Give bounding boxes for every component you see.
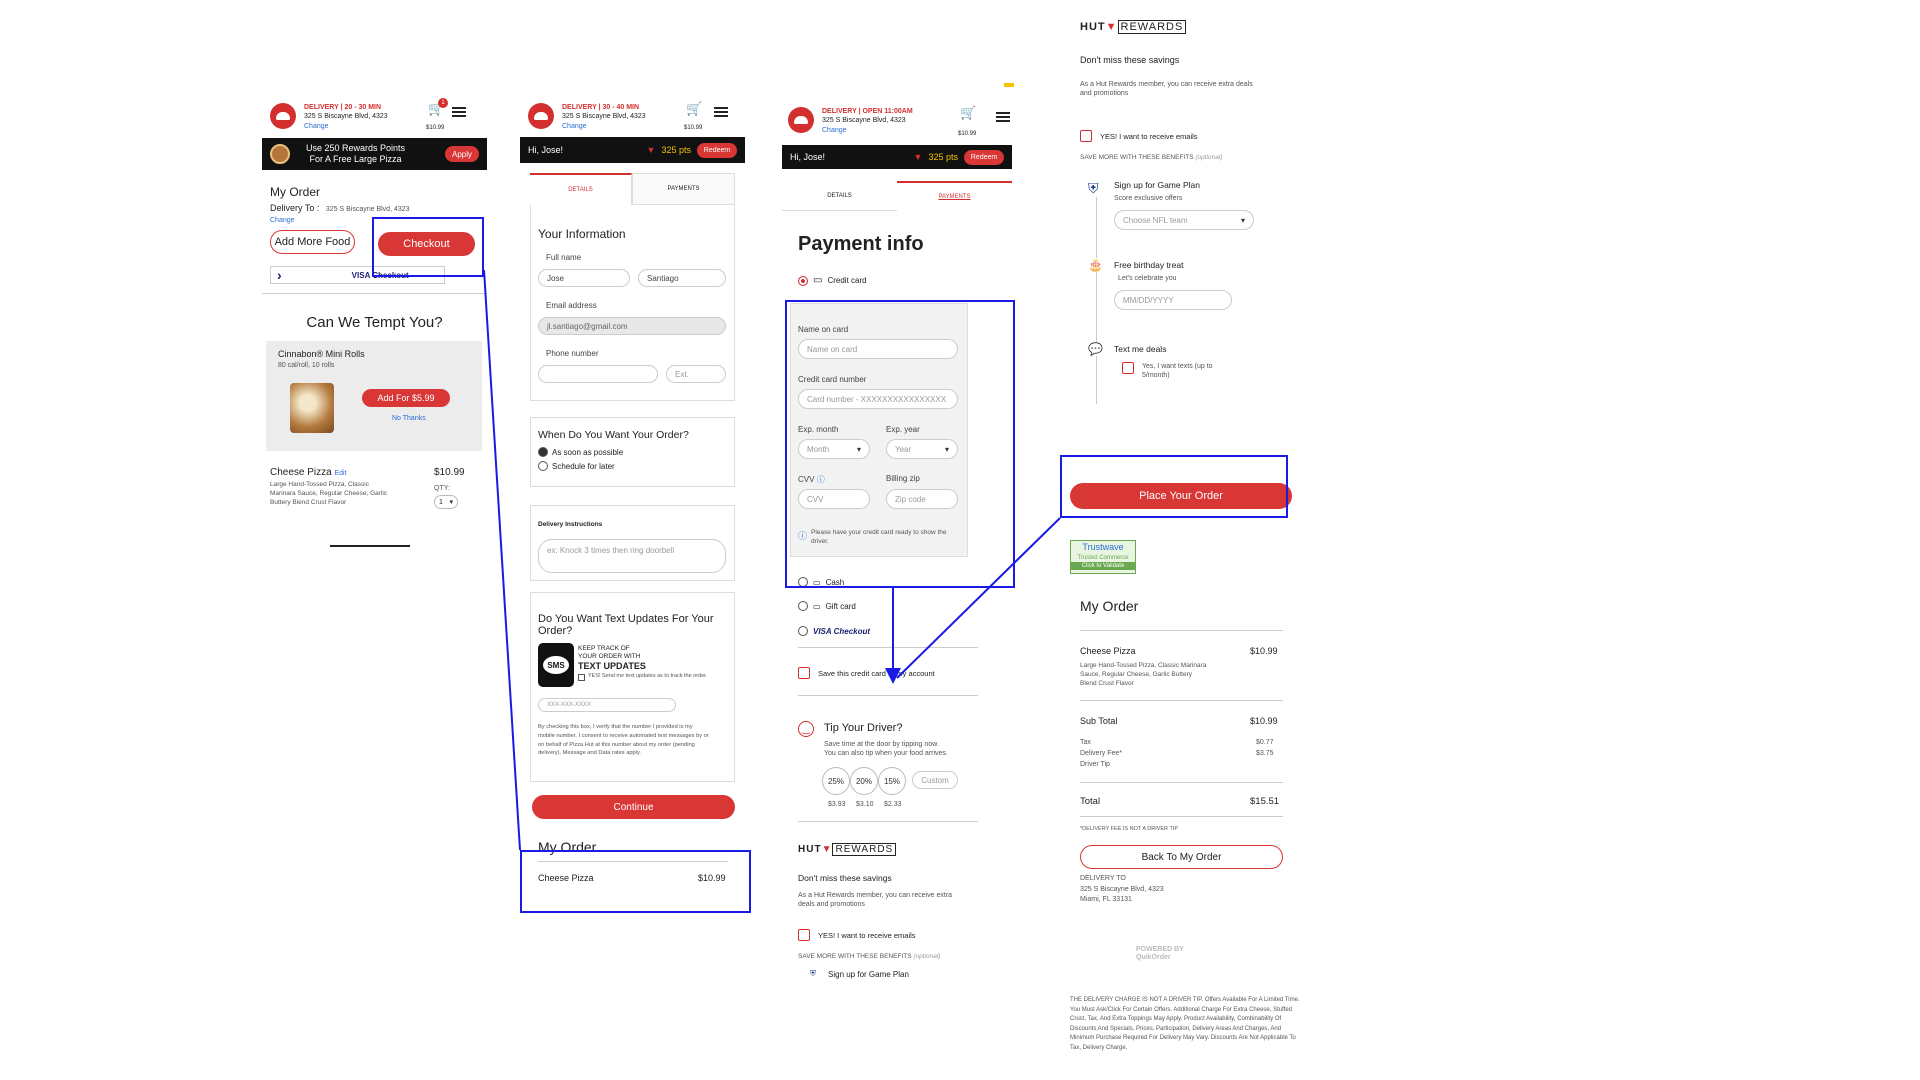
- flow-arrows: [483, 269, 1061, 851]
- arrow-checkout-to-continue: [483, 269, 521, 851]
- arrow-to-place-order: [896, 517, 1061, 679]
